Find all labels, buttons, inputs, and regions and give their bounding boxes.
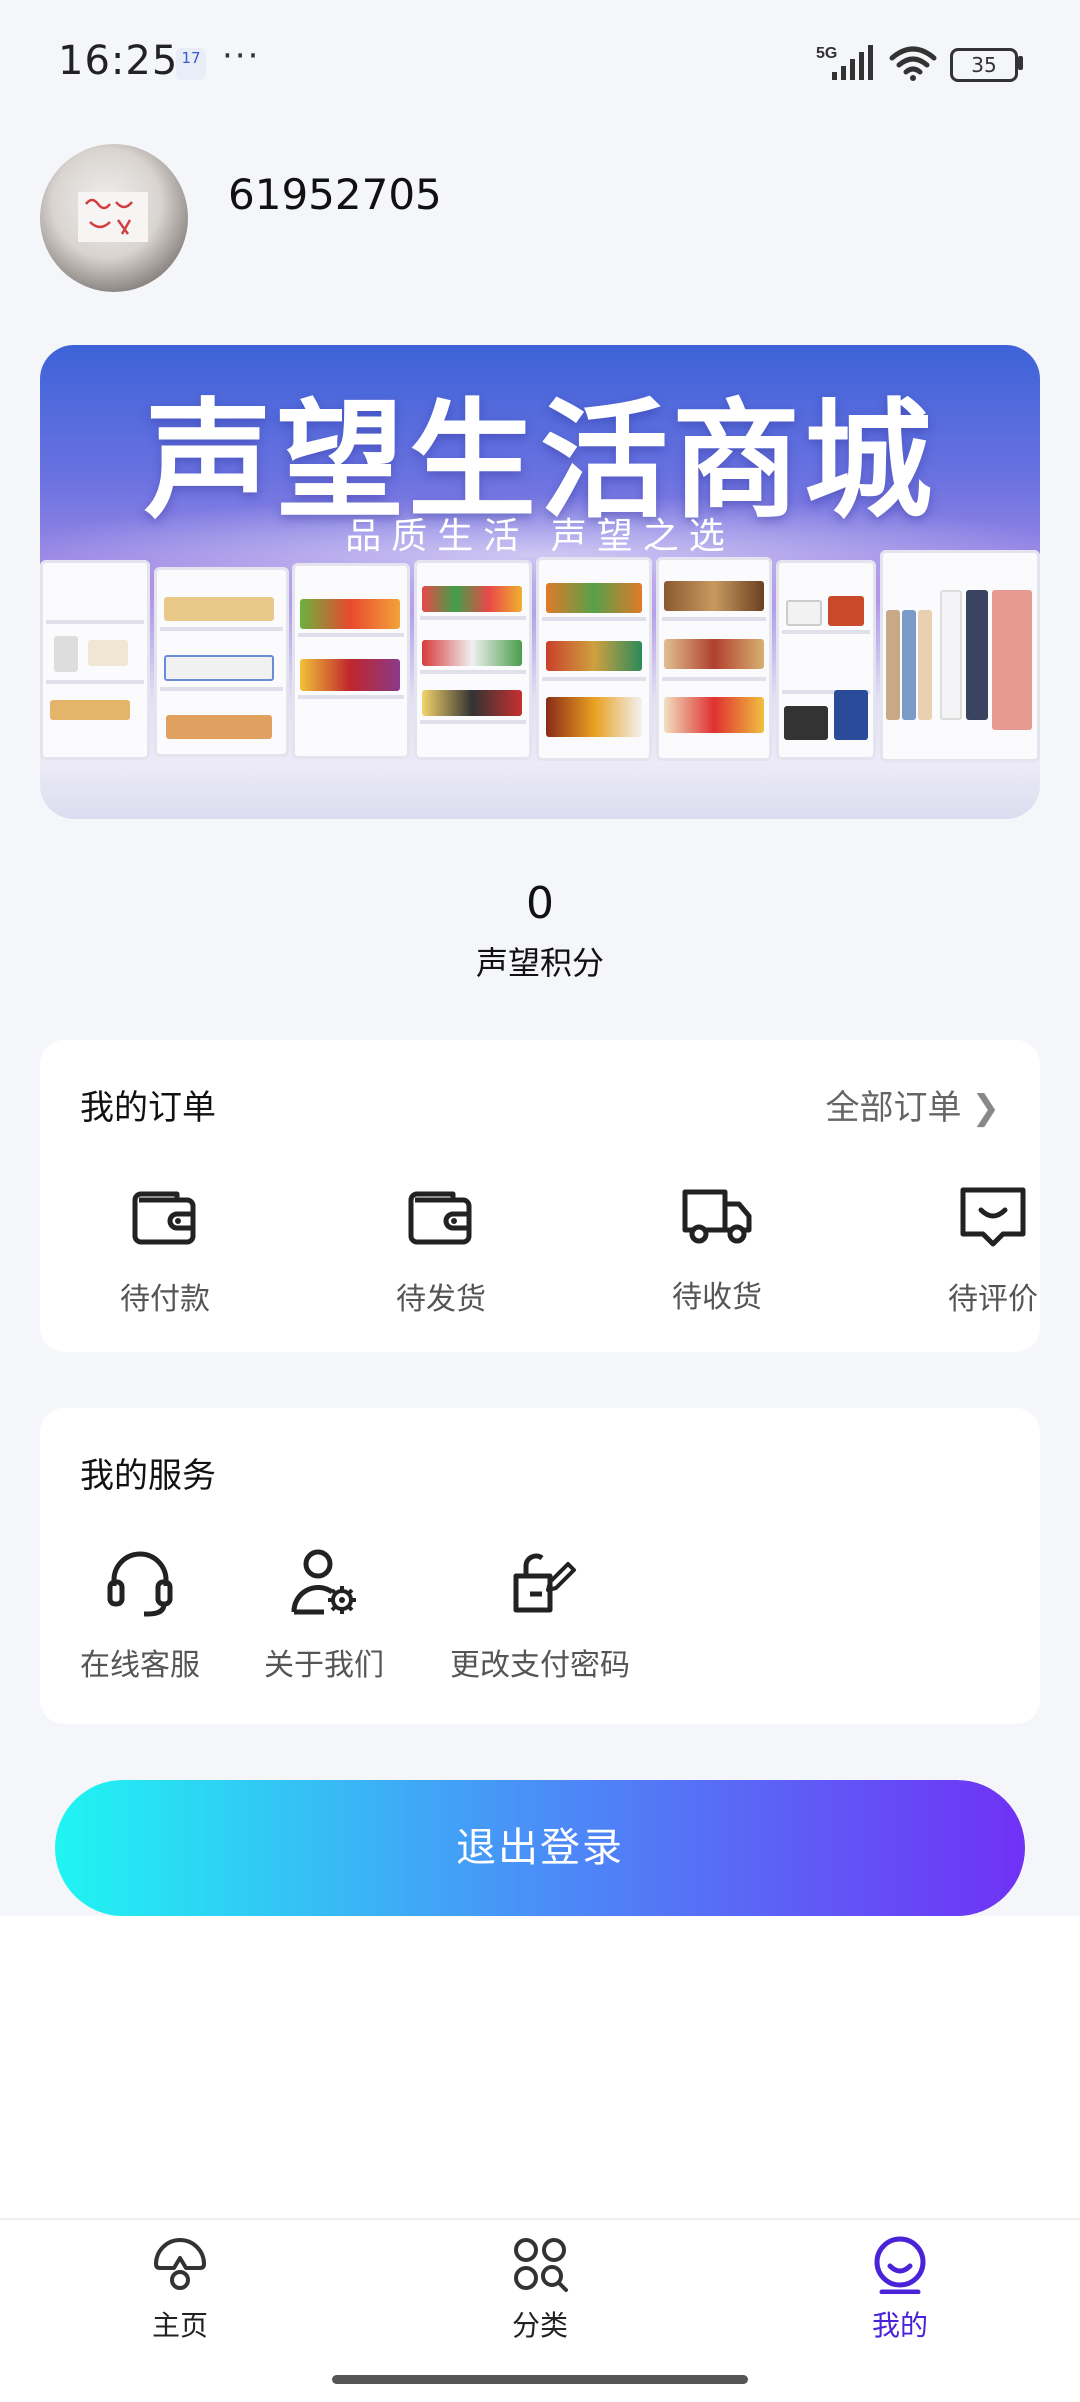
orders-card: 我的订单 全部订单 ❯ 待付款 待发货 待收货 待评价 bbox=[40, 1040, 1040, 1352]
calendar-icon: 17 bbox=[176, 48, 206, 80]
all-orders-link[interactable]: 全部订单 ❯ bbox=[826, 1080, 1001, 1129]
wifi-icon bbox=[889, 46, 937, 81]
service-change-pay-password-label: 更改支付密码 bbox=[450, 1648, 630, 1683]
logout-button[interactable]: 退出登录 bbox=[55, 1780, 1025, 1916]
nav-category-label: 分类 bbox=[511, 2309, 568, 2342]
shelf-packaged bbox=[414, 560, 532, 760]
profile-icon bbox=[874, 2236, 926, 2295]
orders-title: 我的订单 bbox=[80, 1088, 216, 1128]
signal-icon: 5G bbox=[816, 45, 873, 80]
order-pending-review[interactable]: 待评价 bbox=[903, 1176, 1080, 1318]
nav-item-category[interactable]: 分类 bbox=[440, 2234, 640, 2344]
shelf-grocery bbox=[656, 557, 772, 761]
points-label[interactable]: 声望积分 bbox=[0, 938, 1080, 984]
status-time: 16:25 bbox=[58, 38, 179, 84]
status-bar: 16:25 17 ··· 5G 35 bbox=[0, 0, 1080, 130]
order-pending-receipt-label: 待收货 bbox=[672, 1280, 762, 1315]
shelf-sauces bbox=[536, 557, 652, 761]
battery-tip bbox=[1018, 56, 1023, 70]
username: 61952705 bbox=[228, 170, 442, 219]
home-icon bbox=[154, 2238, 206, 2290]
nav-home-label: 主页 bbox=[151, 2309, 208, 2342]
wallet-icon bbox=[132, 1191, 196, 1245]
service-about-us-label: 关于我们 bbox=[264, 1648, 384, 1683]
headset-icon bbox=[107, 1551, 173, 1617]
shelf-snacks bbox=[154, 567, 289, 757]
shelf-appliances bbox=[776, 560, 876, 760]
truck-icon bbox=[682, 1189, 752, 1244]
service-change-pay-password[interactable]: 更改支付密码 bbox=[440, 1542, 640, 1684]
edit-lock-icon bbox=[513, 1553, 576, 1613]
user-gear-icon bbox=[291, 1549, 356, 1615]
shelf-fruit bbox=[292, 563, 410, 759]
services-title: 我的服务 bbox=[80, 1456, 216, 1496]
points-value: 0 bbox=[526, 878, 554, 929]
order-pending-shipment-label: 待发货 bbox=[396, 1282, 486, 1317]
services-card: 我的服务 在线客服 关于我们 更改支付密码 bbox=[40, 1408, 1040, 1724]
order-pending-review-label: 待评价 bbox=[948, 1282, 1038, 1317]
chevron-right-icon: ❯ bbox=[971, 1088, 1001, 1128]
home-indicator[interactable] bbox=[332, 2375, 748, 2384]
nav-item-home[interactable]: 主页 bbox=[80, 2234, 280, 2344]
service-online-support-label: 在线客服 bbox=[80, 1648, 200, 1683]
order-pending-shipment[interactable]: 待发货 bbox=[351, 1176, 531, 1318]
network-type: 5G bbox=[816, 45, 837, 62]
shelf-clothing bbox=[880, 550, 1040, 762]
all-orders-label: 全部订单 bbox=[825, 1088, 962, 1128]
nav-profile-label: 我的 bbox=[871, 2309, 928, 2342]
promo-banner[interactable]: 声望生活商城 品质生活 声望之选 bbox=[40, 345, 1040, 819]
banner-floor bbox=[40, 765, 1040, 819]
more-dots-icon: ··· bbox=[222, 36, 261, 76]
comment-icon bbox=[960, 1187, 1026, 1247]
order-pending-receipt[interactable]: 待收货 bbox=[627, 1174, 807, 1316]
nav-item-profile[interactable]: 我的 bbox=[800, 2234, 1000, 2344]
shelf-kitchen bbox=[40, 560, 150, 760]
order-pending-payment[interactable]: 待付款 bbox=[75, 1176, 255, 1318]
category-icon bbox=[514, 2238, 568, 2292]
avatar-drawing bbox=[78, 192, 148, 242]
order-pending-payment-label: 待付款 bbox=[120, 1282, 210, 1317]
avatar[interactable] bbox=[40, 144, 188, 292]
battery-icon: 35 bbox=[950, 48, 1018, 82]
service-about-us[interactable]: 关于我们 bbox=[234, 1542, 414, 1684]
wallet-icon bbox=[408, 1191, 472, 1245]
service-online-support[interactable]: 在线客服 bbox=[50, 1542, 230, 1684]
